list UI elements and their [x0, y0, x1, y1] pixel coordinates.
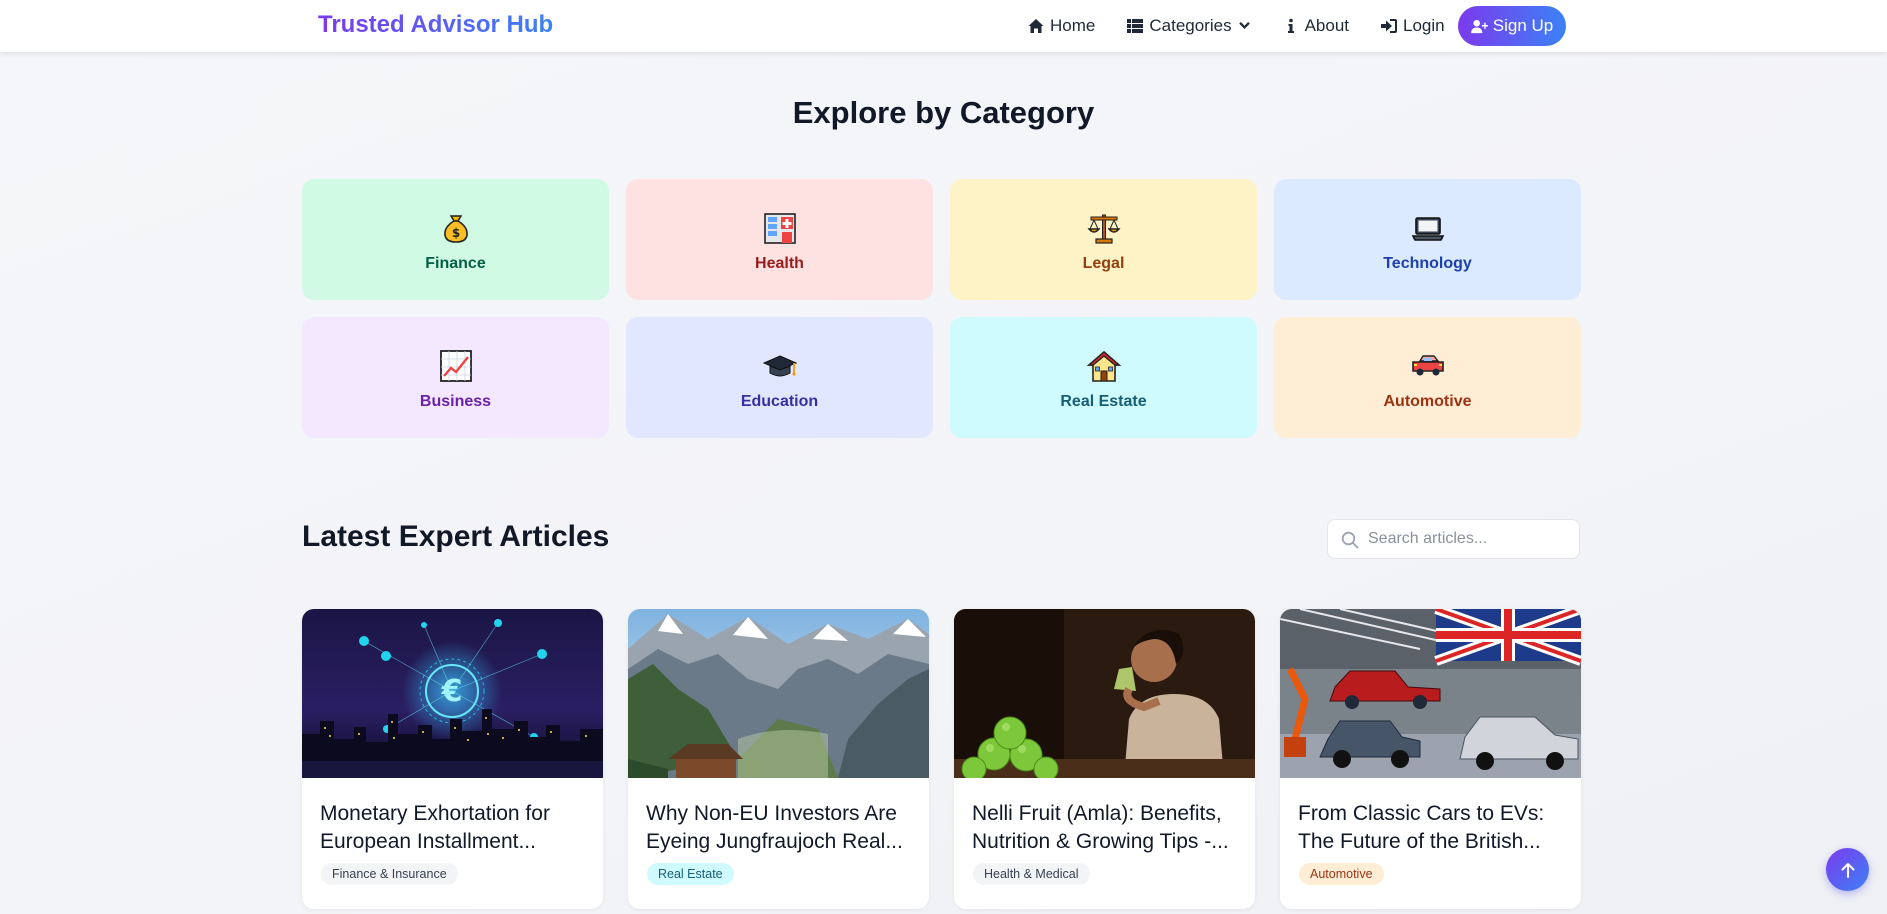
category-card-real-estate[interactable]: Real Estate [950, 317, 1257, 438]
grid-icon [1127, 19, 1144, 33]
category-label: Legal [1082, 254, 1125, 272]
arrow-up-icon [1841, 862, 1854, 878]
category-card-business[interactable]: Business [302, 317, 609, 438]
category-label: Real Estate [1060, 392, 1147, 410]
article-card[interactable]: From Classic Cars to EVs: The Future of … [1280, 609, 1581, 909]
user-plus-icon [1470, 19, 1488, 33]
category-label: Finance [425, 254, 486, 272]
article-category-badge: Health & Medical [973, 863, 1090, 885]
category-label: Education [740, 392, 819, 410]
article-category-badge: Real Estate [647, 863, 734, 885]
navbar: Trusted Advisor Hub Home Categories Abou… [0, 0, 1887, 52]
svg-text:$: $ [451, 226, 459, 240]
house-icon [1086, 349, 1121, 383]
article-title: Monetary Exhortation for European Instal… [320, 802, 550, 853]
laptop-icon [1411, 211, 1445, 245]
chart-increasing-icon [439, 349, 473, 383]
category-label: Business [419, 392, 492, 410]
article-card[interactable]: Why Non-EU Investors Are Eyeing Jungfrau… [628, 609, 929, 909]
money-bag-icon: $ [439, 211, 473, 245]
article-image-euro-city: € [302, 609, 603, 778]
scroll-to-top-button[interactable] [1826, 848, 1869, 891]
category-card-automotive[interactable]: Automotive [1274, 317, 1581, 438]
category-card-education[interactable]: Education [626, 317, 933, 438]
article-image-amla-drink [954, 609, 1255, 778]
category-card-technology[interactable]: Technology [1274, 179, 1581, 300]
category-label: Health [755, 254, 804, 272]
nav-about-link[interactable]: About [1283, 16, 1349, 36]
search-icon [1341, 531, 1359, 549]
category-card-health[interactable]: Health [626, 179, 933, 300]
signup-label: Sign Up [1492, 16, 1554, 35]
article-title: Nelli Fruit (Amla): Benefits, Nutrition … [972, 802, 1229, 853]
search-input[interactable] [1366, 529, 1570, 549]
chevron-down-icon [1238, 21, 1250, 29]
article-category-badge: Automotive [1299, 863, 1384, 885]
category-label: Technology [1383, 254, 1472, 272]
article-title: Why Non-EU Investors Are Eyeing Jungfrau… [646, 802, 903, 853]
home-icon [1028, 19, 1044, 33]
article-card[interactable]: Nelli Fruit (Amla): Benefits, Nutrition … [954, 609, 1255, 909]
info-icon [1287, 18, 1294, 33]
hospital-icon [763, 211, 797, 245]
nav-about-label: About [1304, 16, 1350, 35]
article-title: From Classic Cars to EVs: The Future of … [1298, 802, 1545, 853]
car-icon [1411, 349, 1445, 383]
article-image-alps [628, 609, 929, 778]
nav-login-label: Login [1403, 16, 1445, 35]
nav-categories-label: Categories [1149, 16, 1232, 35]
latest-articles-title: Latest Expert Articles [302, 520, 610, 553]
category-label: Automotive [1383, 392, 1472, 410]
article-image-car-factory [1280, 609, 1581, 778]
brand-logo[interactable]: Trusted Advisor Hub [318, 11, 553, 39]
search-box [1327, 519, 1580, 559]
signup-button[interactable]: Sign Up [1458, 6, 1566, 46]
graduation-cap-icon [762, 349, 797, 383]
nav-home-label: Home [1050, 16, 1096, 35]
nav-home-link[interactable]: Home [1028, 16, 1095, 36]
category-card-finance[interactable]: $ Finance [302, 179, 609, 300]
nav-categories-dropdown[interactable]: Categories [1127, 16, 1250, 36]
nav-login-link[interactable]: Login [1381, 16, 1445, 36]
articles-grid: € Monetary Exhortation for European Inst… [302, 609, 1581, 909]
scales-icon [1087, 211, 1121, 245]
article-card[interactable]: € Monetary Exhortation for European Inst… [302, 609, 603, 909]
explore-category-title: Explore by Category [792, 95, 1095, 130]
login-icon [1381, 19, 1398, 33]
category-grid: $ Finance Health Legal Technology Busine… [302, 179, 1581, 438]
nav-links: Home Categories About Login [1028, 6, 1477, 46]
article-category-badge: Finance & Insurance [321, 863, 458, 885]
category-card-legal[interactable]: Legal [950, 179, 1257, 300]
